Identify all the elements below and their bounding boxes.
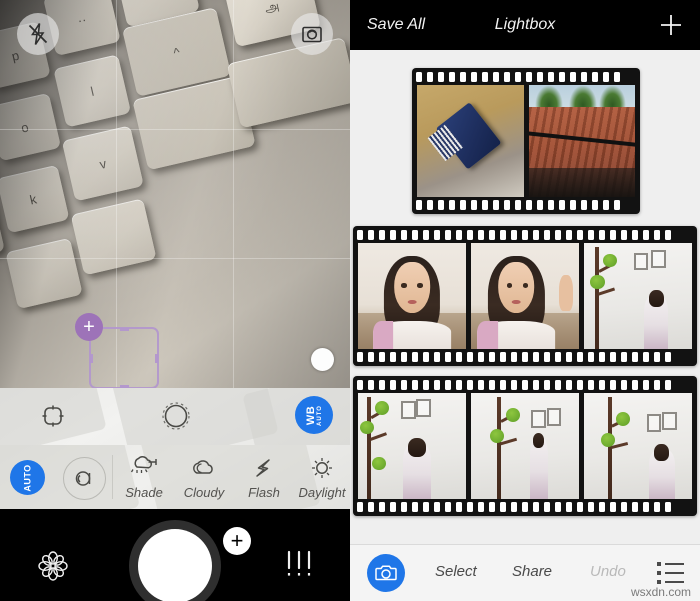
flower-effects-icon[interactable] [34, 547, 72, 585]
watermark: wsxdn.com [630, 585, 691, 599]
select-button[interactable]: Select [435, 563, 477, 580]
cloudy-icon [187, 453, 221, 483]
shutter-button-inner [138, 529, 212, 601]
film-perforations-bottom [412, 198, 640, 212]
wb-preset-daylight[interactable]: Daylight [291, 453, 350, 500]
film-perforations-top [353, 378, 697, 392]
shutter-add-badge[interactable]: + [223, 527, 251, 555]
wb-badge-label: WB [304, 405, 317, 425]
camera-pane: o p ·· a o l ^ - k v அ [0, 0, 350, 601]
app-screenshot: o p ·· a o l ^ - k v அ [0, 0, 700, 601]
page-title: Lightbox [494, 16, 556, 33]
photo-thumbnail[interactable] [358, 393, 466, 499]
wb-preset-label: Cloudy [183, 485, 225, 500]
wb-preset-label: Shade [125, 485, 163, 500]
film-frames [358, 393, 692, 499]
shutter-button[interactable] [129, 520, 221, 601]
photo-thumbnail[interactable] [528, 85, 635, 197]
list-menu-icon[interactable] [657, 562, 685, 584]
focus-add-handle[interactable]: + [75, 313, 103, 341]
film-perforations-top [412, 70, 640, 84]
wb-auto-button[interactable]: AUTO [10, 460, 45, 495]
exposure-dot[interactable] [311, 348, 334, 371]
lightbox-bottombar: Select Share Undo wsxdn.com [350, 544, 700, 601]
wb-auto-label: AUTO [22, 463, 33, 492]
photo-thumbnail[interactable] [471, 243, 579, 349]
flash-off-icon[interactable] [17, 13, 59, 55]
undo-button: Undo [590, 563, 626, 580]
daylight-sun-icon [305, 453, 339, 483]
photo-thumbnail[interactable] [358, 243, 466, 349]
wb-auto-badge[interactable]: WB AUTO [295, 396, 333, 434]
camera-viewfinder[interactable]: o p ·· a o l ^ - k v அ [0, 0, 350, 388]
filmstrip[interactable] [353, 226, 697, 366]
share-button[interactable]: Share [512, 563, 552, 580]
wb-badge-sub: AUTO [316, 404, 323, 426]
photo-thumbnail[interactable] [584, 243, 692, 349]
photo-thumbnail[interactable] [584, 393, 692, 499]
filmstrip[interactable] [353, 376, 697, 516]
film-frames [358, 243, 692, 349]
photo-thumbnail[interactable] [471, 393, 579, 499]
switch-camera-icon[interactable] [291, 13, 333, 55]
exposure-circle-icon[interactable] [161, 401, 191, 431]
wb-preset-label: Daylight [298, 485, 346, 500]
film-perforations-top [353, 228, 697, 242]
tungsten-bulb-icon[interactable] [63, 457, 106, 500]
wb-preset-flash[interactable]: Flash [233, 453, 295, 500]
flash-icon [247, 453, 281, 483]
shutter-bar: + [0, 509, 350, 601]
three-bangs-icon[interactable] [282, 549, 318, 583]
wb-preset-cloudy[interactable]: Cloudy [173, 453, 235, 500]
film-frames [417, 85, 635, 197]
wb-preset-label: Flash [248, 485, 280, 500]
shade-icon [127, 453, 161, 483]
filmstrip[interactable] [412, 68, 640, 214]
viewfinder-vignette [0, 0, 350, 388]
focus-square-icon[interactable] [38, 401, 68, 431]
white-balance-strip: AUTO Shade Cloudy Flash Daylight [0, 445, 350, 509]
photo-thumbnail[interactable] [417, 85, 524, 197]
film-perforations-bottom [353, 350, 697, 364]
lightbox-pane: Save All Lightbox Select Share Undo wsxd… [350, 0, 700, 601]
plus-icon[interactable] [658, 12, 684, 38]
lightbox-topbar: Save All Lightbox [350, 0, 700, 50]
wb-preset-shade[interactable]: Shade [113, 453, 175, 500]
camera-icon[interactable] [367, 554, 405, 592]
film-perforations-bottom [353, 500, 697, 514]
